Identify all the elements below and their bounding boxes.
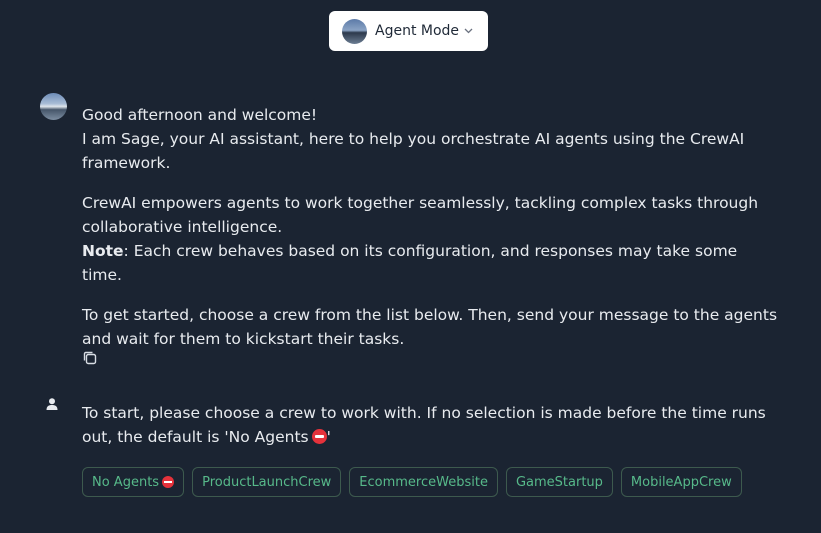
intro-line: I am Sage, your AI assistant, here to he… [82,130,745,172]
user-icon [45,396,59,410]
chevron-down-icon [463,26,473,36]
crewai-paragraph: CrewAI empowers agents to work together … [82,191,782,287]
instructions-paragraph: To get started, choose a crew from the l… [82,306,778,348]
chat-page: Agent Mode Good afternoon and welcome! I… [0,0,821,533]
note-text: : Each crew behaves based on its configu… [82,242,738,284]
crew-button-mobileappcrew[interactable]: MobileAppCrew [620,467,742,497]
sage-avatar [40,93,67,120]
crew-label: ProductLaunchCrew [202,474,332,490]
copy-icon[interactable] [82,350,98,366]
no-entry-icon [162,476,175,488]
crew-label: MobileAppCrew [630,474,732,490]
user-message: To start, please choose a crew to work w… [82,401,782,449]
crew-button-gamestartup[interactable]: GameStartup [505,467,613,497]
greeting-line: Good afternoon and welcome! [82,106,318,124]
user-message-text: To start, please choose a crew to work w… [82,404,766,446]
user-message-end: ' [326,428,331,446]
crewai-text: CrewAI empowers agents to work together … [82,194,759,236]
assistant-message: Good afternoon and welcome! I am Sage, y… [82,103,782,367]
crew-button-no-agents[interactable]: No Agents [82,467,185,497]
note-label: Note [82,242,124,260]
crew-button-productlaunchcrew[interactable]: ProductLaunchCrew [192,467,342,497]
mode-label: Agent Mode [375,23,460,39]
crew-label: No Agents [92,474,160,490]
crew-label: GameStartup [515,474,603,490]
crew-button-ecommercewebsite[interactable]: EcommerceWebsite [349,467,498,497]
agent-avatar [342,18,367,44]
crew-selection: No Agents ProductLaunchCrew EcommerceWeb… [82,467,742,497]
no-entry-icon [311,429,327,444]
crew-label: EcommerceWebsite [359,474,488,490]
welcome-paragraph: Good afternoon and welcome! I am Sage, y… [82,103,782,175]
agent-mode-dropdown[interactable]: Agent Mode [329,11,488,51]
